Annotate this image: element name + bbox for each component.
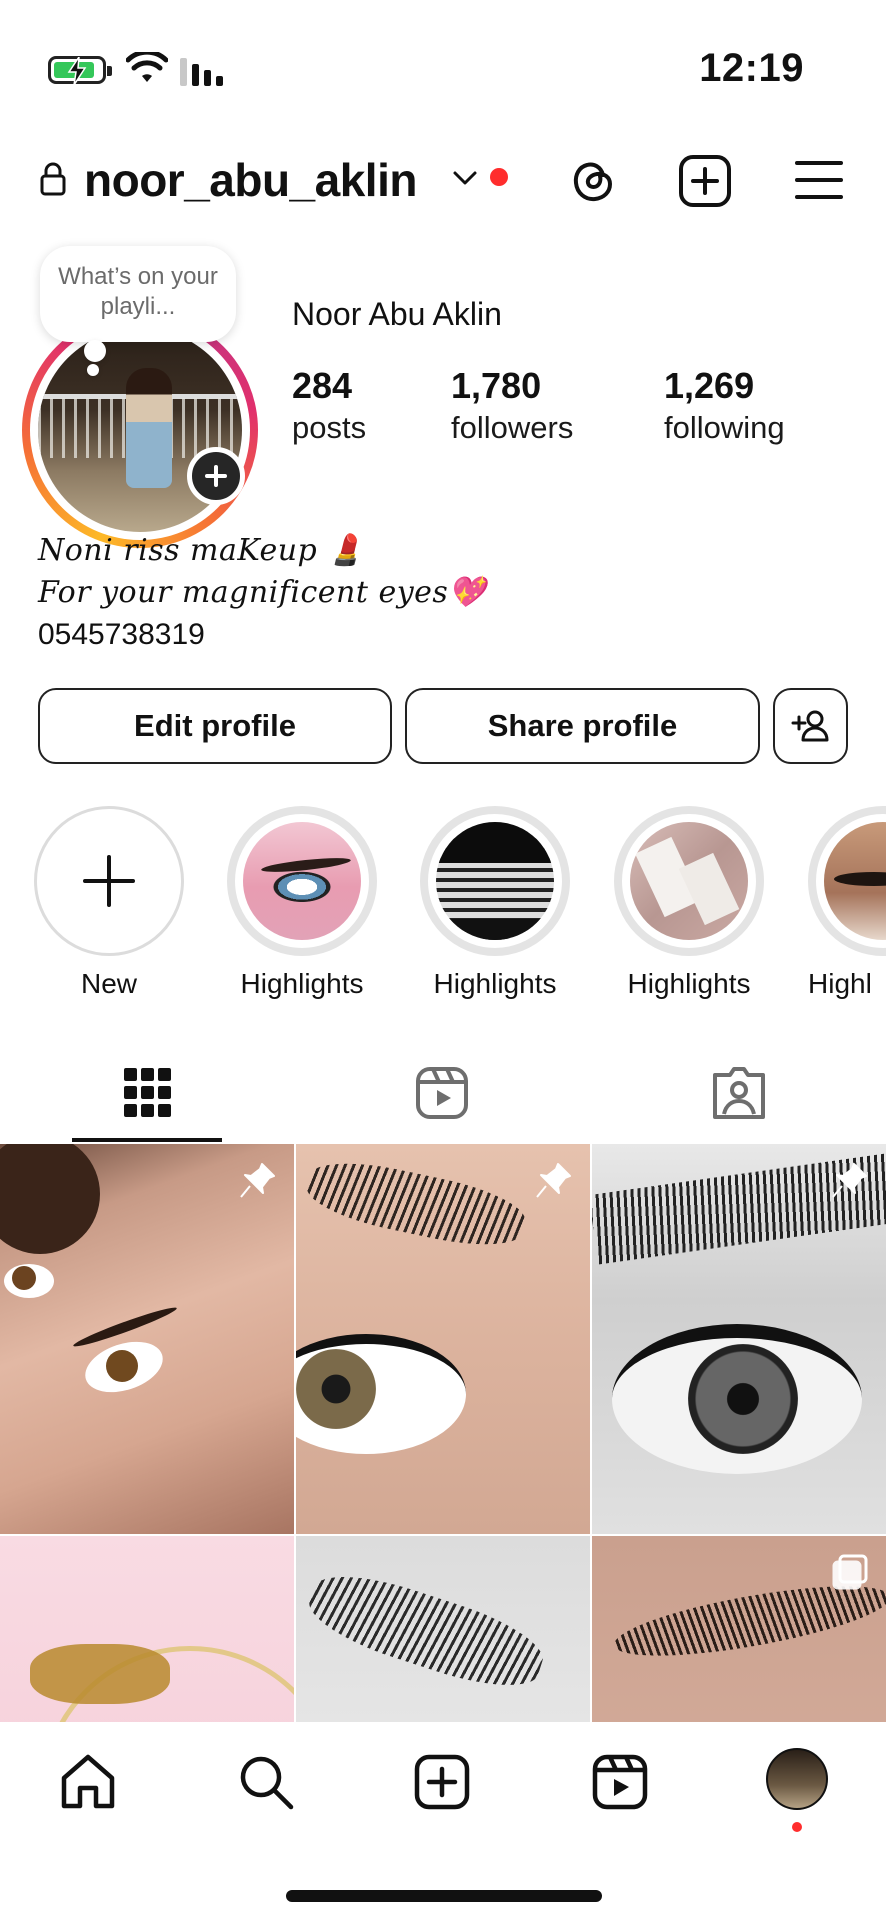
tagged-icon (713, 1067, 765, 1119)
highlight-ring (614, 806, 764, 956)
pin-icon (832, 1163, 867, 1198)
post-thumbnail[interactable] (296, 1144, 590, 1534)
reels-icon[interactable] (590, 1752, 650, 1812)
lock-icon (40, 162, 66, 196)
highlight-label: Highl (808, 968, 872, 999)
post-thumbnail[interactable] (0, 1536, 294, 1724)
highlight-label: Highlights (240, 968, 364, 999)
tab-reels[interactable] (295, 1050, 590, 1142)
pin-icon (240, 1163, 275, 1198)
highlight-ring (808, 806, 886, 956)
discover-people-button[interactable] (773, 688, 848, 764)
bottom-navigation (0, 1722, 886, 1920)
wifi-icon (126, 52, 168, 82)
note-bubble-tail (84, 340, 106, 362)
post-thumbnail[interactable] (592, 1536, 886, 1724)
menu-icon[interactable] (794, 158, 844, 202)
highlight-cover (243, 822, 361, 940)
profile-avatar-nav[interactable] (766, 1748, 828, 1810)
post-thumbnail[interactable] (0, 1144, 294, 1534)
stat-label: followers (451, 410, 574, 445)
pin-icon (536, 1163, 571, 1198)
create-icon[interactable] (412, 1752, 472, 1812)
post-thumbnail[interactable] (592, 1144, 886, 1534)
edit-profile-button[interactable]: Edit profile (38, 688, 392, 764)
home-indicator[interactable] (286, 1890, 602, 1902)
bio-line: For your magnificent eyes💖 (38, 575, 487, 610)
threads-icon[interactable] (566, 154, 618, 206)
stat-followers[interactable]: 1,780 followers (451, 364, 573, 448)
profile-header: noor_abu_aklin (0, 140, 886, 220)
stat-label: following (664, 410, 785, 445)
highlight-ring (34, 806, 184, 956)
note-bubble[interactable]: What’s on your playli... (40, 246, 236, 342)
add-story-button[interactable] (187, 447, 245, 505)
stat-posts[interactable]: 284 posts (292, 364, 366, 448)
post-thumbnail[interactable] (296, 1536, 590, 1724)
highlight-new[interactable]: New (34, 806, 184, 1000)
note-bubble-tail-small (87, 364, 99, 376)
highlight-item[interactable]: Highl (808, 806, 886, 1000)
plus-icon (205, 465, 227, 487)
highlights-row: New Highlights Highlights Highlights Hig… (0, 806, 886, 1006)
profile-tabs (0, 1050, 886, 1142)
highlight-ring (227, 806, 377, 956)
search-icon[interactable] (236, 1752, 296, 1812)
stat-value: 1,780 (451, 365, 542, 406)
highlight-ring (420, 806, 570, 956)
profile-avatar-ring[interactable] (22, 312, 258, 548)
stat-following[interactable]: 1,269 following (664, 364, 785, 448)
reels-icon (416, 1067, 468, 1119)
active-tab-indicator (72, 1138, 222, 1142)
highlight-cover (824, 822, 886, 940)
highlight-cover (436, 822, 554, 940)
notification-dot (792, 1822, 802, 1832)
home-icon[interactable] (58, 1752, 118, 1812)
display-name: Noor Abu Aklin (292, 296, 502, 332)
chevron-down-icon[interactable] (452, 168, 478, 188)
highlight-item[interactable]: Highlights (420, 806, 570, 1000)
status-time: 12:19 (699, 46, 804, 90)
add-person-icon (791, 710, 829, 742)
carousel-icon (832, 1554, 868, 1590)
posts-grid (0, 1144, 886, 1724)
highlight-label: Highlights (627, 968, 751, 999)
plus-icon (83, 855, 135, 907)
highlight-label: Highlights (433, 968, 557, 999)
bio: Noni riss maKeup 💄 For your magnificent … (38, 530, 858, 656)
bio-phone[interactable]: 0545738319 (38, 614, 858, 656)
highlight-item[interactable]: Highlights (227, 806, 377, 1000)
username-switcher[interactable]: noor_abu_aklin (84, 152, 417, 208)
notification-dot (490, 168, 508, 186)
grid-icon (124, 1068, 171, 1117)
tab-grid[interactable] (0, 1050, 295, 1142)
highlight-label: New (80, 968, 137, 999)
share-profile-button[interactable]: Share profile (405, 688, 760, 764)
highlight-cover (630, 822, 748, 940)
highlight-item[interactable]: Highlights (614, 806, 764, 1000)
tab-tagged[interactable] (590, 1050, 885, 1142)
status-bar: 12:19 (0, 0, 886, 130)
battery-icon (48, 56, 112, 85)
stat-label: posts (292, 410, 367, 445)
signal-icon (180, 58, 223, 86)
stat-value: 284 (292, 365, 353, 406)
add-square-icon[interactable] (678, 154, 732, 208)
bio-line: Noni riss maKeup 💄 (38, 533, 366, 568)
stat-value: 1,269 (664, 365, 755, 406)
